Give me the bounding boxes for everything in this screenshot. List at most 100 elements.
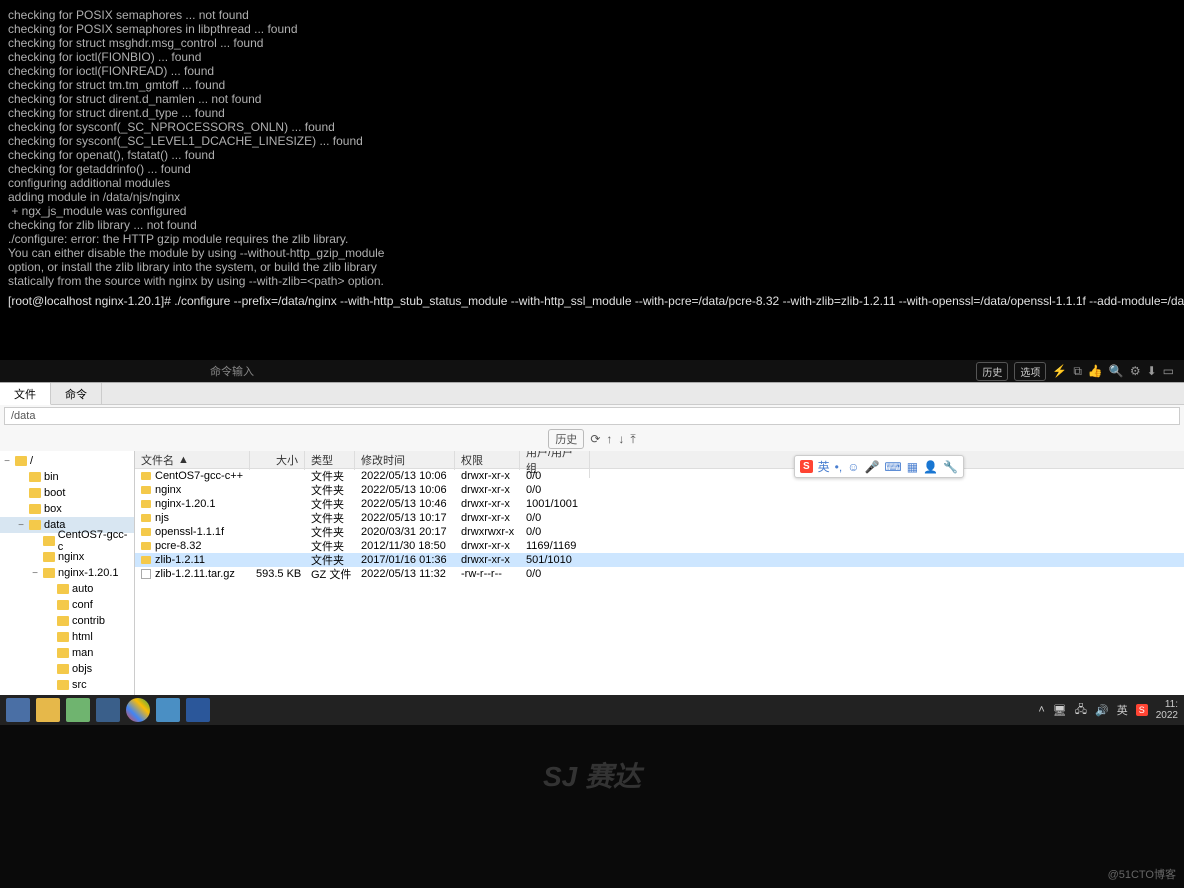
tray-monitor-icon[interactable]: 🖥 <box>1053 704 1067 717</box>
file-manager: 文件 命令 /data 历史 ⟳ ↑ ↓ ⤒ −/binbootbox−data… <box>0 382 1184 717</box>
tree-node[interactable]: −/ <box>0 453 134 469</box>
terminal-prompt[interactable]: [root@localhost nginx-1.20.1]# ./configu… <box>8 294 1176 308</box>
options-button[interactable]: 选项 <box>1014 362 1046 381</box>
download-icon[interactable]: ⬇ <box>1147 364 1157 378</box>
file-row[interactable]: zlib-1.2.11文件夹2017/01/16 01:36drwxr-xr-x… <box>135 553 1184 567</box>
command-input-placeholder[interactable]: 命令输入 <box>10 363 976 379</box>
file-row[interactable]: CentOS7-gcc-c++文件夹2022/05/13 10:06drwxr-… <box>135 469 1184 483</box>
col-date[interactable]: 修改时间 <box>355 451 455 470</box>
search-icon[interactable]: 🔍 <box>1109 364 1124 378</box>
tree-node[interactable]: src <box>0 677 134 693</box>
terminal-line: checking for openat(), fstatat() ... fou… <box>8 148 1176 162</box>
start-button[interactable] <box>6 698 30 722</box>
tree-node[interactable]: bin <box>0 469 134 485</box>
history-button[interactable]: 历史 <box>976 362 1008 381</box>
col-perm[interactable]: 权限 <box>455 451 520 470</box>
file-row[interactable]: njs文件夹2022/05/13 10:17drwxr-xr-x0/0 <box>135 511 1184 525</box>
tab-files[interactable]: 文件 <box>0 383 51 405</box>
tree-node[interactable]: man <box>0 645 134 661</box>
tree-node[interactable]: auto <box>0 581 134 597</box>
terminal-line: + ngx_js_module was configured <box>8 204 1176 218</box>
taskbar-terminal[interactable] <box>156 698 180 722</box>
terminal-line: option, or install the zlib library into… <box>8 260 1176 274</box>
command-input-bar: 命令输入 历史 选项 ⚡ ⧉ 👍 🔍 ⚙ ⬇ ▭ <box>0 360 1184 382</box>
tree-node[interactable]: CentOS7-gcc-c <box>0 533 134 549</box>
file-row[interactable]: nginx文件夹2022/05/13 10:06drwxr-xr-x0/0 <box>135 483 1184 497</box>
monitor-bezel: SJ 赛达 <box>0 725 1184 888</box>
taskbar-app-3[interactable] <box>186 698 210 722</box>
file-row[interactable]: nginx-1.20.1文件夹2022/05/13 10:46drwxr-xr-… <box>135 497 1184 511</box>
terminal-line: checking for sysconf(_SC_LEVEL1_DCACHE_L… <box>8 134 1176 148</box>
folder-icon <box>141 514 151 522</box>
folder-tree[interactable]: −/binbootbox−dataCentOS7-gcc-cnginx−ngin… <box>0 451 135 717</box>
file-row[interactable]: openssl-1.1.1f文件夹2020/03/31 20:17drwxrwx… <box>135 525 1184 539</box>
tree-node[interactable]: html <box>0 629 134 645</box>
tree-node[interactable]: objs <box>0 661 134 677</box>
tray-chevron-icon[interactable]: ˄ <box>1038 704 1044 716</box>
tray-volume-icon[interactable]: 🔊 <box>1095 704 1109 717</box>
folder-icon <box>141 472 151 480</box>
taskbar-chrome[interactable] <box>126 698 150 722</box>
col-type[interactable]: 类型 <box>305 451 355 470</box>
file-row[interactable]: zlib-1.2.11.tar.gz593.5 KBGZ 文件2022/05/1… <box>135 567 1184 581</box>
refresh-icon[interactable]: ⟳ <box>590 432 600 446</box>
terminal-line: checking for ioctl(FIONREAD) ... found <box>8 64 1176 78</box>
gear-icon[interactable]: ⚙ <box>1130 364 1141 378</box>
file-list[interactable]: 文件名 ▲ 大小 类型 修改时间 权限 用户/用户组 CentOS7-gcc-c… <box>135 451 1184 717</box>
sogou-icon[interactable]: S <box>800 460 813 473</box>
file-list-header: 文件名 ▲ 大小 类型 修改时间 权限 用户/用户组 <box>135 451 1184 469</box>
ime-punct-icon[interactable]: •, <box>835 460 843 474</box>
taskbar-explorer[interactable] <box>36 698 60 722</box>
file-manager-tabs: 文件 命令 <box>0 383 1184 405</box>
file-toolbar: 历史 ⟳ ↑ ↓ ⤒ <box>0 427 1184 451</box>
tree-node[interactable]: boot <box>0 485 134 501</box>
ime-mic-icon[interactable]: 🎤 <box>864 460 879 474</box>
system-tray: ˄ 🖥 🖧 🔊 英 S 11: 2022 <box>1038 699 1178 721</box>
up-icon[interactable]: ↑ <box>606 432 612 446</box>
tray-ime-lang[interactable]: 英 <box>1117 702 1128 718</box>
tray-sogou-icon[interactable]: S <box>1136 704 1148 716</box>
tray-clock[interactable]: 11: 2022 <box>1156 699 1178 721</box>
down-icon[interactable]: ↓ <box>618 432 624 446</box>
terminal-line: adding module in /data/njs/nginx <box>8 190 1176 204</box>
monitor-logo: SJ 赛达 <box>543 755 641 795</box>
window-icon[interactable]: ▭ <box>1163 364 1174 378</box>
folder-icon <box>141 556 151 564</box>
tree-node[interactable]: −nginx-1.20.1 <box>0 565 134 581</box>
thumbs-icon[interactable]: 👍 <box>1088 364 1103 378</box>
terminal-line: configuring additional modules <box>8 176 1176 190</box>
upload-icon[interactable]: ⤒ <box>630 432 635 447</box>
terminal-pane[interactable]: checking for POSIX semaphores ... not fo… <box>0 0 1184 360</box>
tray-network-icon[interactable]: 🖧 <box>1075 701 1087 720</box>
ime-person-icon[interactable]: 👤 <box>923 460 938 474</box>
toolbar-history-button[interactable]: 历史 <box>548 429 584 449</box>
terminal-line: ./configure: error: the HTTP gzip module… <box>8 232 1176 246</box>
ime-tools-icon[interactable]: 🔧 <box>943 460 958 474</box>
folder-icon <box>141 486 151 494</box>
file-icon <box>141 569 151 579</box>
terminal-line: checking for POSIX semaphores in libpthr… <box>8 22 1176 36</box>
ime-keyboard-icon[interactable]: ⌨ <box>884 460 901 474</box>
tree-node[interactable]: contrib <box>0 613 134 629</box>
taskbar-app-2[interactable] <box>96 698 120 722</box>
col-size[interactable]: 大小 <box>250 451 305 470</box>
ime-emoji-icon[interactable]: ☺ <box>847 460 859 474</box>
terminal-line: checking for getaddrinfo() ... found <box>8 162 1176 176</box>
tree-node[interactable]: conf <box>0 597 134 613</box>
terminal-line: checking for POSIX semaphores ... not fo… <box>8 8 1176 22</box>
file-row[interactable]: pcre-8.32文件夹2012/11/30 18:50drwxr-xr-x11… <box>135 539 1184 553</box>
tab-commands[interactable]: 命令 <box>51 383 102 404</box>
col-name[interactable]: 文件名 ▲ <box>135 451 250 470</box>
tree-node[interactable]: box <box>0 501 134 517</box>
terminal-line: checking for struct tm.tm_gmtoff ... fou… <box>8 78 1176 92</box>
terminal-line: checking for ioctl(FIONBIO) ... found <box>8 50 1176 64</box>
taskbar-app-1[interactable] <box>66 698 90 722</box>
copy-icon[interactable]: ⧉ <box>1073 364 1082 379</box>
terminal-line: checking for struct dirent.d_type ... fo… <box>8 106 1176 120</box>
terminal-line: checking for sysconf(_SC_NPROCESSORS_ONL… <box>8 120 1176 134</box>
ime-lang[interactable]: 英 <box>818 458 830 475</box>
path-input[interactable]: /data <box>4 407 1180 425</box>
ime-toolbar[interactable]: S 英 •, ☺ 🎤 ⌨ ▦ 👤 🔧 <box>794 455 964 478</box>
ime-pad-icon[interactable]: ▦ <box>907 460 918 474</box>
bolt-icon[interactable]: ⚡ <box>1052 364 1067 378</box>
